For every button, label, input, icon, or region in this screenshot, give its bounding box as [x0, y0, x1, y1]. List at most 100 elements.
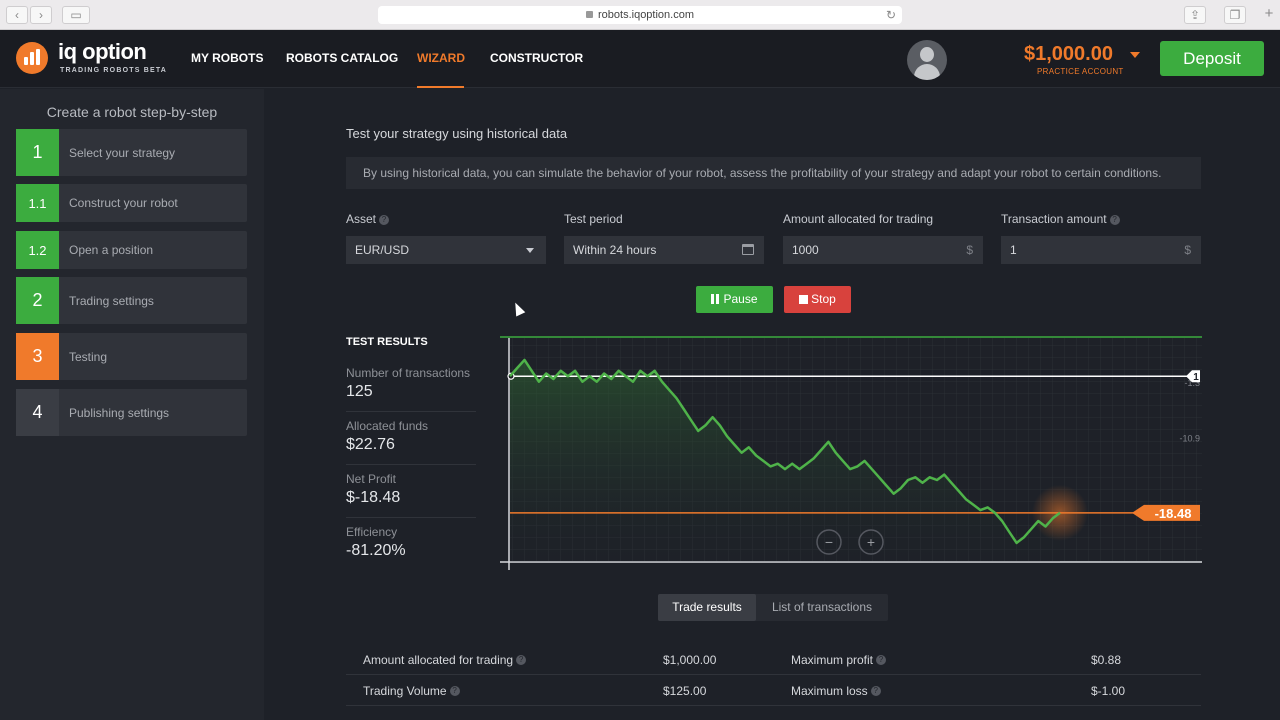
mouse-cursor-icon [510, 300, 526, 317]
row-label: Trading Volume? [363, 684, 460, 698]
row-label: Amount allocated for trading? [363, 653, 527, 667]
result-value: $22.76 [346, 436, 395, 453]
calendar-icon [742, 244, 754, 255]
result-value: $-18.48 [346, 489, 401, 506]
new-tab-icon[interactable]: + [1258, 6, 1280, 24]
forward-icon[interactable]: › [30, 6, 52, 24]
address-bar[interactable]: robots.iqoption.com ↻ [378, 6, 902, 24]
sidebar-step-select-strategy[interactable]: 1 Select your strategy [16, 129, 247, 176]
tabs-overview-icon[interactable]: ❐ [1224, 6, 1246, 24]
logo-text[interactable]: iq option [58, 39, 147, 65]
result-label: Allocated funds [346, 419, 429, 433]
amount-input[interactable]: 1000 $ [783, 236, 983, 264]
current-value-label: -18.48 [1155, 506, 1192, 521]
result-value: 125 [346, 383, 373, 400]
info-box: By using historical data, you can simula… [346, 157, 1201, 189]
step-number: 3 [16, 333, 59, 380]
lock-icon [586, 11, 593, 18]
share-icon[interactable]: ⇪ [1184, 6, 1206, 24]
step-label: Construct your robot [69, 196, 178, 210]
account-type: PRACTICE ACCOUNT [1037, 67, 1124, 76]
row-label: Maximum loss? [791, 684, 881, 698]
tab-list-of-transactions[interactable]: List of transactions [756, 594, 888, 621]
sidebar-step-construct-robot[interactable]: 1.1 Construct your robot [16, 184, 247, 222]
svg-text:+: + [867, 534, 875, 550]
app-header: iq option TRADING ROBOTS BETA MY ROBOTS … [0, 30, 1280, 88]
wizard-sidebar: Create a robot step-by-step 1 Select you… [0, 89, 264, 720]
svg-text:−: − [825, 534, 833, 550]
tx-amount-value: 1 [1010, 243, 1017, 257]
amount-label: Amount allocated for trading [783, 212, 934, 226]
dollar-icon: $ [1184, 243, 1191, 257]
nav-robots-catalog[interactable]: ROBOTS CATALOG [286, 51, 398, 65]
result-net-profit: Net Profit $-18.48 [346, 472, 476, 518]
tab-trade-results[interactable]: Trade results [658, 594, 756, 621]
tx-amount-label: Transaction amount? [1001, 212, 1120, 226]
help-icon[interactable]: ? [876, 654, 887, 665]
sidebar-step-publishing-settings[interactable]: 4 Publishing settings [16, 389, 247, 436]
step-label: Trading settings [69, 293, 154, 308]
dollar-icon: $ [966, 243, 973, 257]
step-label: Select your strategy [69, 145, 176, 160]
step-number: 1 [16, 129, 59, 176]
stop-button[interactable]: Stop [784, 286, 851, 313]
balance-amount[interactable]: $1,000.00 [1024, 43, 1113, 66]
chevron-down-icon[interactable] [1130, 52, 1140, 58]
results-title: TEST RESULTS [346, 336, 428, 348]
step-label: Testing [69, 349, 108, 364]
sidebar-step-open-position[interactable]: 1.2 Open a position [16, 231, 247, 269]
nav-constructor[interactable]: CONSTRUCTOR [490, 51, 583, 65]
row-value: $-1.00 [1091, 684, 1126, 698]
step-number: 1.1 [16, 184, 59, 222]
asset-value: EUR/USD [355, 243, 410, 257]
sidebar-toggle-icon[interactable]: ▭ [62, 6, 90, 24]
result-value: -81.20% [346, 542, 406, 559]
sidebar-step-trading-settings[interactable]: 2 Trading settings [16, 277, 247, 324]
baseline-marker-label: 1 [1193, 372, 1199, 383]
logo-icon[interactable] [16, 42, 48, 74]
asset-select[interactable]: EUR/USD [346, 236, 546, 264]
table-row: Amount allocated for trading? $1,000.00 … [346, 644, 1201, 675]
row-value: $125.00 [663, 684, 707, 698]
y-tick-label: -10.9 [1179, 433, 1200, 443]
stop-icon [799, 295, 809, 304]
result-label: Number of transactions [346, 366, 471, 380]
results-tabs: Trade results List of transactions [658, 594, 888, 621]
help-icon[interactable]: ? [870, 685, 881, 696]
help-icon[interactable]: ? [1109, 214, 1120, 225]
logo-subtitle: TRADING ROBOTS BETA [60, 67, 168, 74]
result-efficiency: Efficiency -81.20% [346, 525, 476, 565]
row-value: $0.88 [1091, 653, 1122, 667]
nav-wizard[interactable]: WIZARD [417, 51, 465, 65]
step-number: 2 [16, 277, 59, 324]
page-title: Test your strategy using historical data [346, 126, 568, 141]
pause-icon [711, 294, 715, 304]
profit-chart[interactable]: -1.3-10.91-18.48 − + [500, 333, 1202, 573]
result-transactions: Number of transactions 125 [346, 366, 476, 412]
reload-icon[interactable]: ↻ [886, 6, 896, 24]
period-value: Within 24 hours [573, 243, 657, 257]
help-icon[interactable]: ? [379, 214, 390, 225]
step-number: 4 [16, 389, 59, 436]
chevron-down-icon [526, 248, 534, 253]
back-icon[interactable]: ‹ [6, 6, 28, 24]
help-icon[interactable]: ? [449, 685, 460, 696]
result-label: Net Profit [346, 472, 397, 486]
nav-my-robots[interactable]: MY ROBOTS [191, 51, 263, 65]
deposit-button[interactable]: Deposit [1160, 41, 1264, 76]
help-icon[interactable]: ? [516, 654, 527, 665]
nav-active-indicator [417, 86, 464, 88]
url-text: robots.iqoption.com [598, 9, 694, 21]
period-label: Test period [564, 212, 623, 226]
sidebar-step-testing[interactable]: 3 Testing [16, 333, 247, 380]
avatar[interactable] [907, 40, 947, 80]
amount-value: 1000 [792, 243, 819, 257]
result-allocated-funds: Allocated funds $22.76 [346, 419, 476, 465]
result-label: Efficiency [346, 525, 398, 539]
step-label: Open a position [69, 243, 154, 257]
pause-button[interactable]: Pause [696, 286, 773, 313]
period-select[interactable]: Within 24 hours [564, 236, 764, 264]
tx-amount-input[interactable]: 1 $ [1001, 236, 1201, 264]
step-number: 1.2 [16, 231, 59, 269]
browser-toolbar: ‹ › ▭ robots.iqoption.com ↻ ⇪ ❐ + [0, 0, 1280, 30]
